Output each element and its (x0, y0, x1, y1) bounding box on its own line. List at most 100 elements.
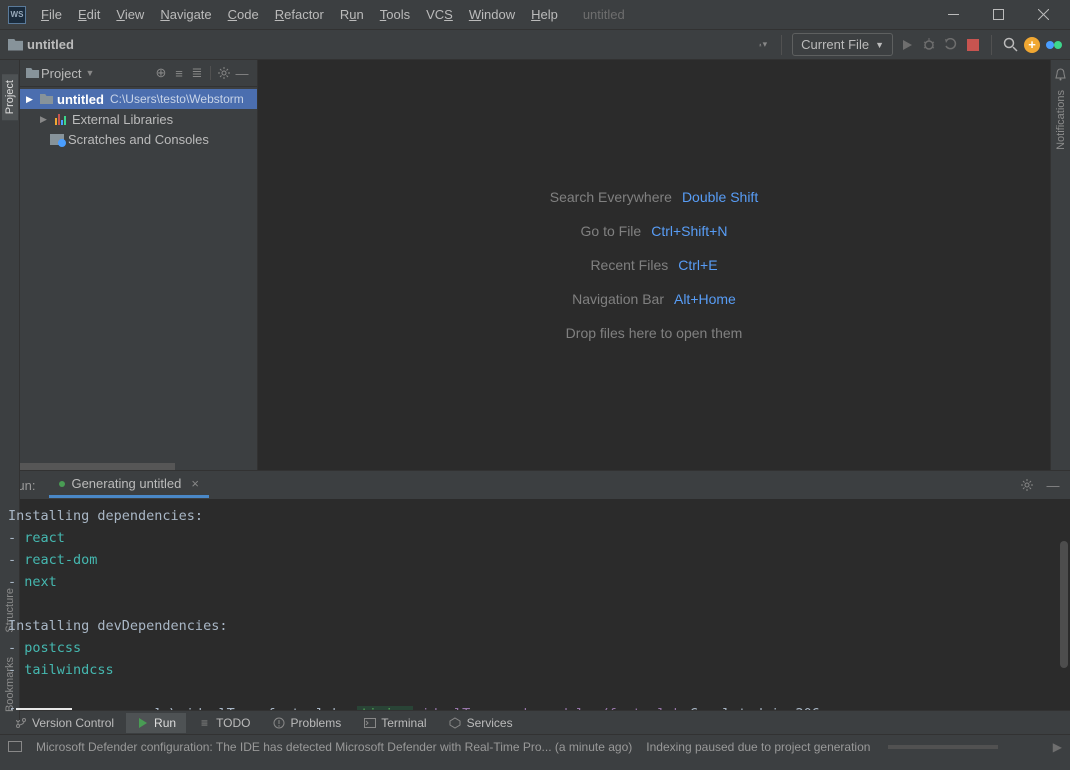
run-config-label: Current File (801, 37, 869, 52)
minimize-button[interactable] (931, 0, 976, 30)
status-bar: Microsoft Defender configuration: The ID… (0, 734, 1070, 758)
play-indicator-icon[interactable]: ▶ (1053, 740, 1062, 754)
editor-empty-state: Search EverywhereDouble Shift Go to File… (258, 60, 1050, 470)
gutter-notifications[interactable]: Notifications (1055, 90, 1067, 150)
console-progress-line: [..........] \ idealTree:fast-glob: timi… (8, 703, 1062, 710)
tree-root-path: C:\Users\testo\Webstorm (110, 92, 244, 106)
console-line: - react-dom (8, 549, 1062, 571)
webstorm-logo: WS (8, 6, 26, 24)
gear-icon[interactable] (1018, 478, 1036, 492)
breadcrumb[interactable]: untitled (8, 37, 74, 52)
user-icon[interactable]: ▾ (755, 37, 771, 53)
menu-window[interactable]: Window (462, 5, 522, 24)
menu-vcs[interactable]: VCS (419, 5, 460, 24)
add-button[interactable]: + (1024, 37, 1040, 53)
progress-bar[interactable] (888, 745, 998, 749)
tree-external-label: External Libraries (72, 112, 173, 127)
run-tab-label: Generating untitled (71, 476, 181, 491)
terminal-icon (363, 716, 376, 729)
project-tree[interactable]: ▶ untitled C:\Users\testo\Webstorm ▶ Ext… (20, 87, 257, 463)
menu-file[interactable]: File (34, 5, 69, 24)
folder-icon (26, 68, 39, 78)
gear-icon[interactable] (215, 66, 233, 80)
project-header: Project ▼ ⊕ ≡ ≣ — (20, 60, 257, 87)
todo-icon: ≡ (198, 716, 211, 729)
navigation-bar: untitled ▾ Current File ▼ + (0, 30, 1070, 60)
collapse-all-icon[interactable]: ≣ (188, 65, 206, 81)
menu-refactor[interactable]: Refactor (268, 5, 331, 24)
run-console[interactable]: Installing dependencies: - react - react… (0, 499, 1070, 710)
debug-button[interactable] (921, 37, 937, 53)
collapse-arrow-icon[interactable]: ▶ (40, 114, 50, 125)
tool-tab-problems[interactable]: Problems (263, 713, 352, 733)
console-line: - react (8, 527, 1062, 549)
close-button[interactable] (1021, 0, 1066, 30)
hide-icon[interactable]: — (1044, 478, 1062, 493)
right-tool-gutter: Notifications (1050, 60, 1070, 470)
tool-tab-run[interactable]: Run (126, 713, 186, 733)
tip-search: Search EverywhereDouble Shift (550, 189, 758, 205)
chevron-down-icon[interactable]: ▼ (85, 68, 94, 78)
maximize-button[interactable] (976, 0, 1021, 30)
services-icon (449, 716, 462, 729)
tip-recent: Recent FilesCtrl+E (590, 257, 717, 273)
console-line: - next (8, 571, 1062, 593)
run-button[interactable] (899, 37, 915, 53)
vertical-scrollbar[interactable] (1060, 541, 1068, 668)
search-button[interactable] (1002, 37, 1018, 53)
run-tab[interactable]: Generating untitled × (49, 472, 208, 498)
window-title: untitled (583, 7, 625, 22)
tree-scratches-label: Scratches and Consoles (68, 132, 209, 147)
separator (210, 66, 211, 80)
main-area: Project Project ▼ ⊕ ≡ ≣ — ▶ untitled C:\… (0, 60, 1070, 470)
stop-button[interactable] (965, 37, 981, 53)
tool-windows-icon[interactable] (8, 741, 22, 752)
separator (991, 35, 992, 55)
more-run-button[interactable] (943, 37, 959, 53)
project-header-title[interactable]: Project (41, 66, 81, 81)
expand-all-icon[interactable]: ≡ (170, 66, 188, 81)
main-menu: File Edit View Navigate Code Refactor Ru… (34, 5, 565, 24)
status-defender[interactable]: Microsoft Defender configuration: The ID… (36, 740, 632, 754)
console-line: Installing devDependencies: (8, 615, 1062, 637)
code-with-me-icon[interactable] (1046, 37, 1062, 53)
status-indexing[interactable]: Indexing paused due to project generatio… (646, 740, 870, 754)
menu-edit[interactable]: Edit (71, 5, 107, 24)
menu-navigate[interactable]: Navigate (153, 5, 218, 24)
run-config-selector[interactable]: Current File ▼ (792, 33, 893, 56)
folder-icon (40, 94, 53, 104)
libraries-icon (54, 113, 68, 125)
horizontal-scrollbar[interactable] (20, 463, 257, 470)
collapse-arrow-icon[interactable]: ▶ (26, 94, 36, 105)
run-header: Run: Generating untitled × — (0, 471, 1070, 499)
project-tool-window: Project ▼ ⊕ ≡ ≣ — ▶ untitled C:\Users\te… (20, 60, 258, 470)
chevron-down-icon: ▼ (875, 40, 884, 50)
tree-scratches[interactable]: Scratches and Consoles (20, 129, 257, 149)
console-line: Installing dependencies: (8, 505, 1062, 527)
drop-hint: Drop files here to open them (566, 325, 743, 341)
menu-tools[interactable]: Tools (373, 5, 417, 24)
run-tool-window: Run: Generating untitled × — Installing … (0, 470, 1070, 710)
running-indicator-icon (59, 481, 65, 487)
hide-icon[interactable]: — (233, 66, 251, 81)
tool-tab-todo[interactable]: ≡ TODO (188, 713, 260, 733)
menu-help[interactable]: Help (524, 5, 565, 24)
tree-root[interactable]: ▶ untitled C:\Users\testo\Webstorm (20, 89, 257, 109)
menu-run[interactable]: Run (333, 5, 371, 24)
menu-code[interactable]: Code (221, 5, 266, 24)
problems-icon (273, 716, 286, 729)
scratches-icon (50, 134, 64, 145)
tool-tab-services[interactable]: Services (439, 713, 523, 733)
menu-view[interactable]: View (109, 5, 151, 24)
tool-tab-terminal[interactable]: Terminal (353, 713, 436, 733)
breadcrumb-label: untitled (27, 37, 74, 52)
select-opened-icon[interactable]: ⊕ (152, 65, 170, 81)
left-tool-gutter: Project (0, 60, 20, 470)
tool-tab-vcs[interactable]: Version Control (4, 713, 124, 733)
close-icon[interactable]: × (191, 476, 199, 491)
tree-external-libraries[interactable]: ▶ External Libraries (20, 109, 257, 129)
tree-root-name: untitled (57, 92, 104, 107)
bell-icon[interactable] (1054, 68, 1067, 84)
console-line: - postcss (8, 637, 1062, 659)
gutter-project[interactable]: Project (2, 74, 18, 120)
